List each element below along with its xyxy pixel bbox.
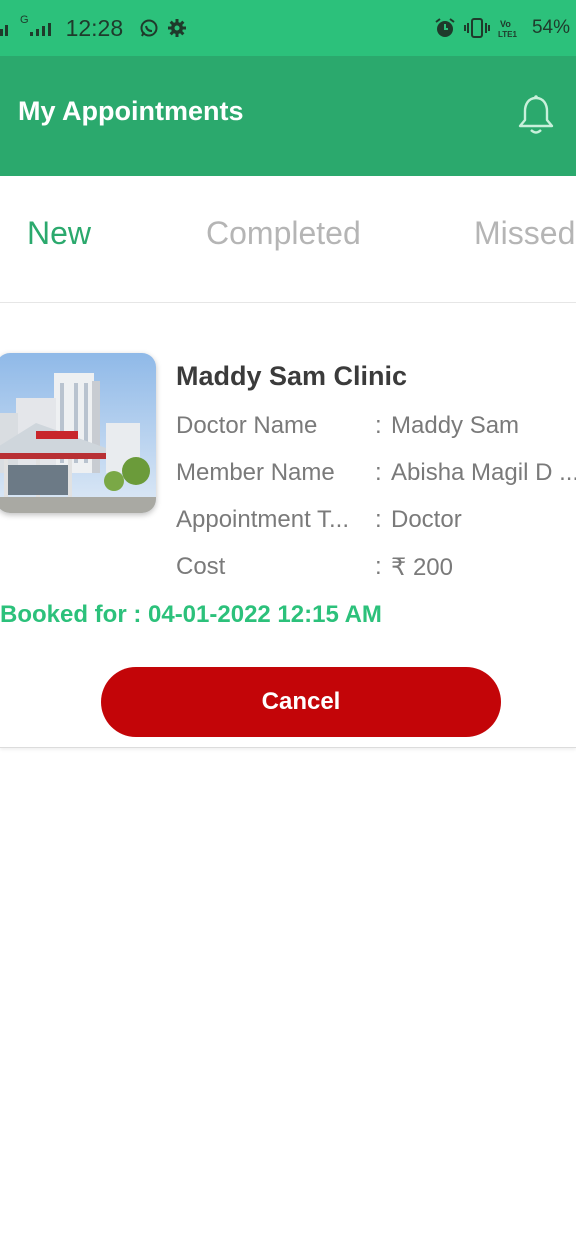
clinic-image (0, 353, 156, 513)
bell-icon[interactable] (516, 94, 556, 136)
row-label: Doctor Name (176, 412, 318, 439)
row-value: ₹ 200 (391, 554, 453, 581)
svg-text:LTE1: LTE1 (498, 30, 518, 39)
page-title: My Appointments (18, 96, 244, 126)
cancel-button[interactable]: Cancel (101, 667, 501, 737)
row-separator: : (375, 412, 382, 439)
battery-percent: 54% (531, 17, 570, 38)
row-separator: : (375, 459, 382, 486)
tab-new[interactable]: New (27, 215, 91, 252)
whatsapp-icon (140, 19, 158, 37)
tab-completed[interactable]: Completed (206, 215, 361, 252)
app-bar: My Appointments (0, 56, 576, 176)
network-type-label: G (20, 14, 29, 26)
gear-icon (168, 19, 187, 37)
appointment-card[interactable]: Maddy Sam Clinic Doctor Name : Maddy Sam… (0, 303, 576, 748)
clock-time: 12:28 (65, 14, 124, 41)
row-label: Member Name (176, 459, 335, 486)
row-value: Maddy Sam (391, 412, 520, 439)
tab-missed[interactable]: Missed (474, 215, 575, 252)
volte-icon: Vo LTE1 (498, 19, 518, 39)
row-value: Doctor (391, 506, 462, 533)
row-label: Cost (176, 553, 226, 580)
signal-icon (29, 23, 51, 36)
alarm-icon (435, 18, 455, 37)
row-label: Appointment T... (176, 506, 349, 533)
row-value: Abisha Magil D ... (391, 459, 576, 486)
clinic-name: Maddy Sam Clinic (176, 361, 408, 391)
status-bar: G 12:28 Vo LTE1 54% (0, 0, 576, 56)
tab-bar: New Completed Missed (0, 176, 576, 303)
svg-text:Vo: Vo (500, 19, 511, 29)
row-separator: : (375, 506, 382, 533)
row-separator: : (375, 553, 382, 580)
booked-for-text: Booked for : 04-01-2022 12:15 AM (0, 601, 382, 628)
vibrate-icon (463, 18, 490, 38)
signal-icon (0, 25, 8, 36)
